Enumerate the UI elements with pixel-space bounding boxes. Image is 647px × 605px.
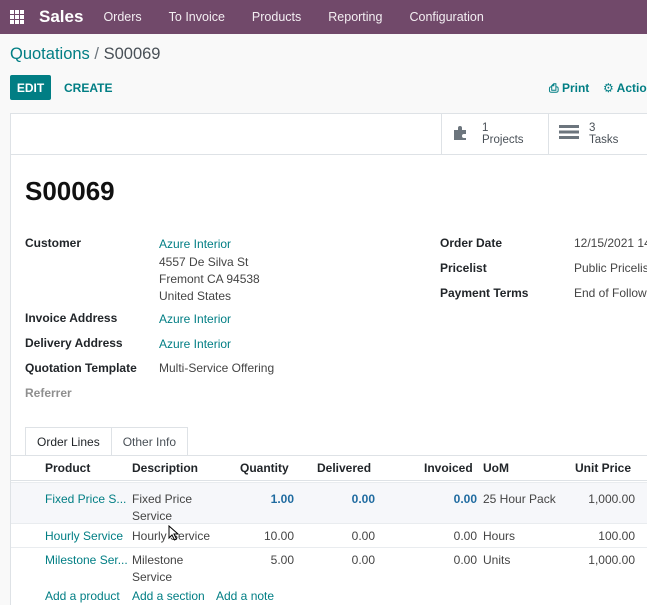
row-quantity[interactable]: 5.00 <box>241 553 294 567</box>
projects-count: 1 <box>482 122 489 134</box>
col-product[interactable]: Product <box>45 461 90 475</box>
order-date-label: Order Date <box>440 236 503 250</box>
table-row[interactable]: Hourly Service Hourly Service 10.00 0.00… <box>11 523 647 547</box>
row-quantity[interactable]: 10.00 <box>241 529 294 543</box>
customer-address-line1: 4557 De Silva St <box>159 255 249 269</box>
print-icon: ⎙ <box>549 81 559 95</box>
referrer-label: Referrer <box>25 386 72 400</box>
col-invoiced[interactable]: Invoiced <box>424 461 473 475</box>
create-button[interactable]: CREATE <box>64 81 112 95</box>
nav-to-invoice[interactable]: To Invoice <box>169 10 225 24</box>
row-invoiced: 0.00 <box>453 492 477 506</box>
row-uom[interactable]: 25 Hour Pack <box>483 492 556 506</box>
row-uom[interactable]: Units <box>483 553 510 567</box>
invoice-address-field[interactable]: Azure Interior <box>159 312 231 326</box>
print-button[interactable]: ⎙ Print <box>549 81 589 96</box>
col-quantity[interactable]: Quantity <box>240 461 289 475</box>
table-row[interactable]: Fixed Price S... Fixed Price Service 1.0… <box>11 482 647 523</box>
row-description-line2: Service <box>132 570 173 584</box>
row-product[interactable]: Hourly Service <box>45 529 123 543</box>
tab-divider <box>11 455 647 456</box>
add-product-link[interactable]: Add a product <box>45 589 120 603</box>
breadcrumb-separator: / <box>94 45 99 63</box>
app-brand[interactable]: Sales <box>39 7 83 27</box>
row-product[interactable]: Milestone Ser... <box>45 553 128 567</box>
table-row[interactable]: Milestone Ser... Milestone Service 5.00 … <box>11 547 647 588</box>
tasks-icon <box>559 124 579 145</box>
table-header-divider <box>11 480 647 481</box>
delivery-address-label: Delivery Address <box>25 336 123 350</box>
quotation-template-field[interactable]: Multi-Service Offering <box>159 361 274 375</box>
row-quantity[interactable]: 1.00 <box>241 492 294 506</box>
nav-products[interactable]: Products <box>252 10 301 24</box>
row-description-line1: Milestone <box>132 553 184 567</box>
tab-other-info[interactable]: Other Info <box>111 427 189 456</box>
tasks-count: 3 <box>589 122 596 134</box>
breadcrumb-current: S00069 <box>103 45 161 63</box>
payment-terms-field[interactable]: End of Followin <box>574 286 647 300</box>
row-invoiced: 0.00 <box>453 553 477 567</box>
row-invoiced: 0.00 <box>453 529 477 543</box>
action-label: Action <box>616 81 647 95</box>
col-unit-price[interactable]: Unit Price <box>575 461 631 475</box>
customer-field[interactable]: Azure Interior <box>159 237 231 251</box>
notebook-tabs: Order Lines Other Info <box>25 427 189 456</box>
row-description-line1: Fixed Price <box>132 492 193 506</box>
quotation-template-label: Quotation Template <box>25 361 137 375</box>
nav-orders[interactable]: Orders <box>103 10 141 24</box>
row-unit-price[interactable]: 1,000.00 <box>571 492 635 506</box>
projects-smart-button[interactable]: 1 Projects <box>441 114 548 154</box>
smart-button-box: 1 Projects 3 Tasks <box>11 114 647 155</box>
tab-order-lines[interactable]: Order Lines <box>25 427 112 456</box>
gear-icon: ⚙ <box>603 81 614 95</box>
puzzle-icon <box>452 123 472 146</box>
col-delivered[interactable]: Delivered <box>317 461 371 475</box>
row-delivered[interactable]: 0.00 <box>311 492 375 506</box>
nav-reporting[interactable]: Reporting <box>328 10 382 24</box>
row-delivered[interactable]: 0.00 <box>311 553 375 567</box>
col-uom[interactable]: UoM <box>483 461 509 475</box>
breadcrumb: Quotations / S00069 <box>10 45 160 64</box>
print-label: Print <box>561 81 590 95</box>
apps-menu-icon[interactable] <box>10 10 24 24</box>
record-title: S00069 <box>25 176 115 206</box>
edit-button[interactable]: EDIT <box>10 75 51 100</box>
add-note-link[interactable]: Add a note <box>216 589 274 603</box>
payment-terms-label: Payment Terms <box>440 286 529 300</box>
customer-address-line3: United States <box>159 289 232 303</box>
row-unit-price[interactable]: 1,000.00 <box>571 553 635 567</box>
col-description[interactable]: Description <box>132 461 198 475</box>
customer-address-line2: Fremont CA 94538 <box>159 272 260 286</box>
row-unit-price[interactable]: 100.00 <box>571 529 635 543</box>
order-date-field[interactable]: 12/15/2021 14 <box>574 236 647 250</box>
projects-label: Projects <box>482 134 524 146</box>
form-sheet: 1 Projects 3 Tasks S00069 Customer Azure… <box>10 113 647 605</box>
tasks-smart-button[interactable]: 3 Tasks <box>548 114 647 154</box>
action-button[interactable]: ⚙ Action <box>603 81 647 95</box>
breadcrumb-quotations-link[interactable]: Quotations <box>10 45 90 63</box>
pricelist-field[interactable]: Public Pricelist <box>574 261 647 275</box>
nav-configuration[interactable]: Configuration <box>409 10 483 24</box>
row-delivered[interactable]: 0.00 <box>311 529 375 543</box>
pricelist-label: Pricelist <box>440 261 487 275</box>
delivery-address-field[interactable]: Azure Interior <box>159 337 231 351</box>
row-uom[interactable]: Hours <box>483 529 515 543</box>
top-navbar: Sales Orders To Invoice Products Reporti… <box>0 0 647 34</box>
invoice-address-label: Invoice Address <box>25 311 118 325</box>
row-description-line2: Service <box>132 509 173 523</box>
customer-label: Customer <box>25 236 82 250</box>
add-section-link[interactable]: Add a section <box>132 589 205 603</box>
tasks-label: Tasks <box>589 134 619 146</box>
row-product[interactable]: Fixed Price S... <box>45 492 126 506</box>
